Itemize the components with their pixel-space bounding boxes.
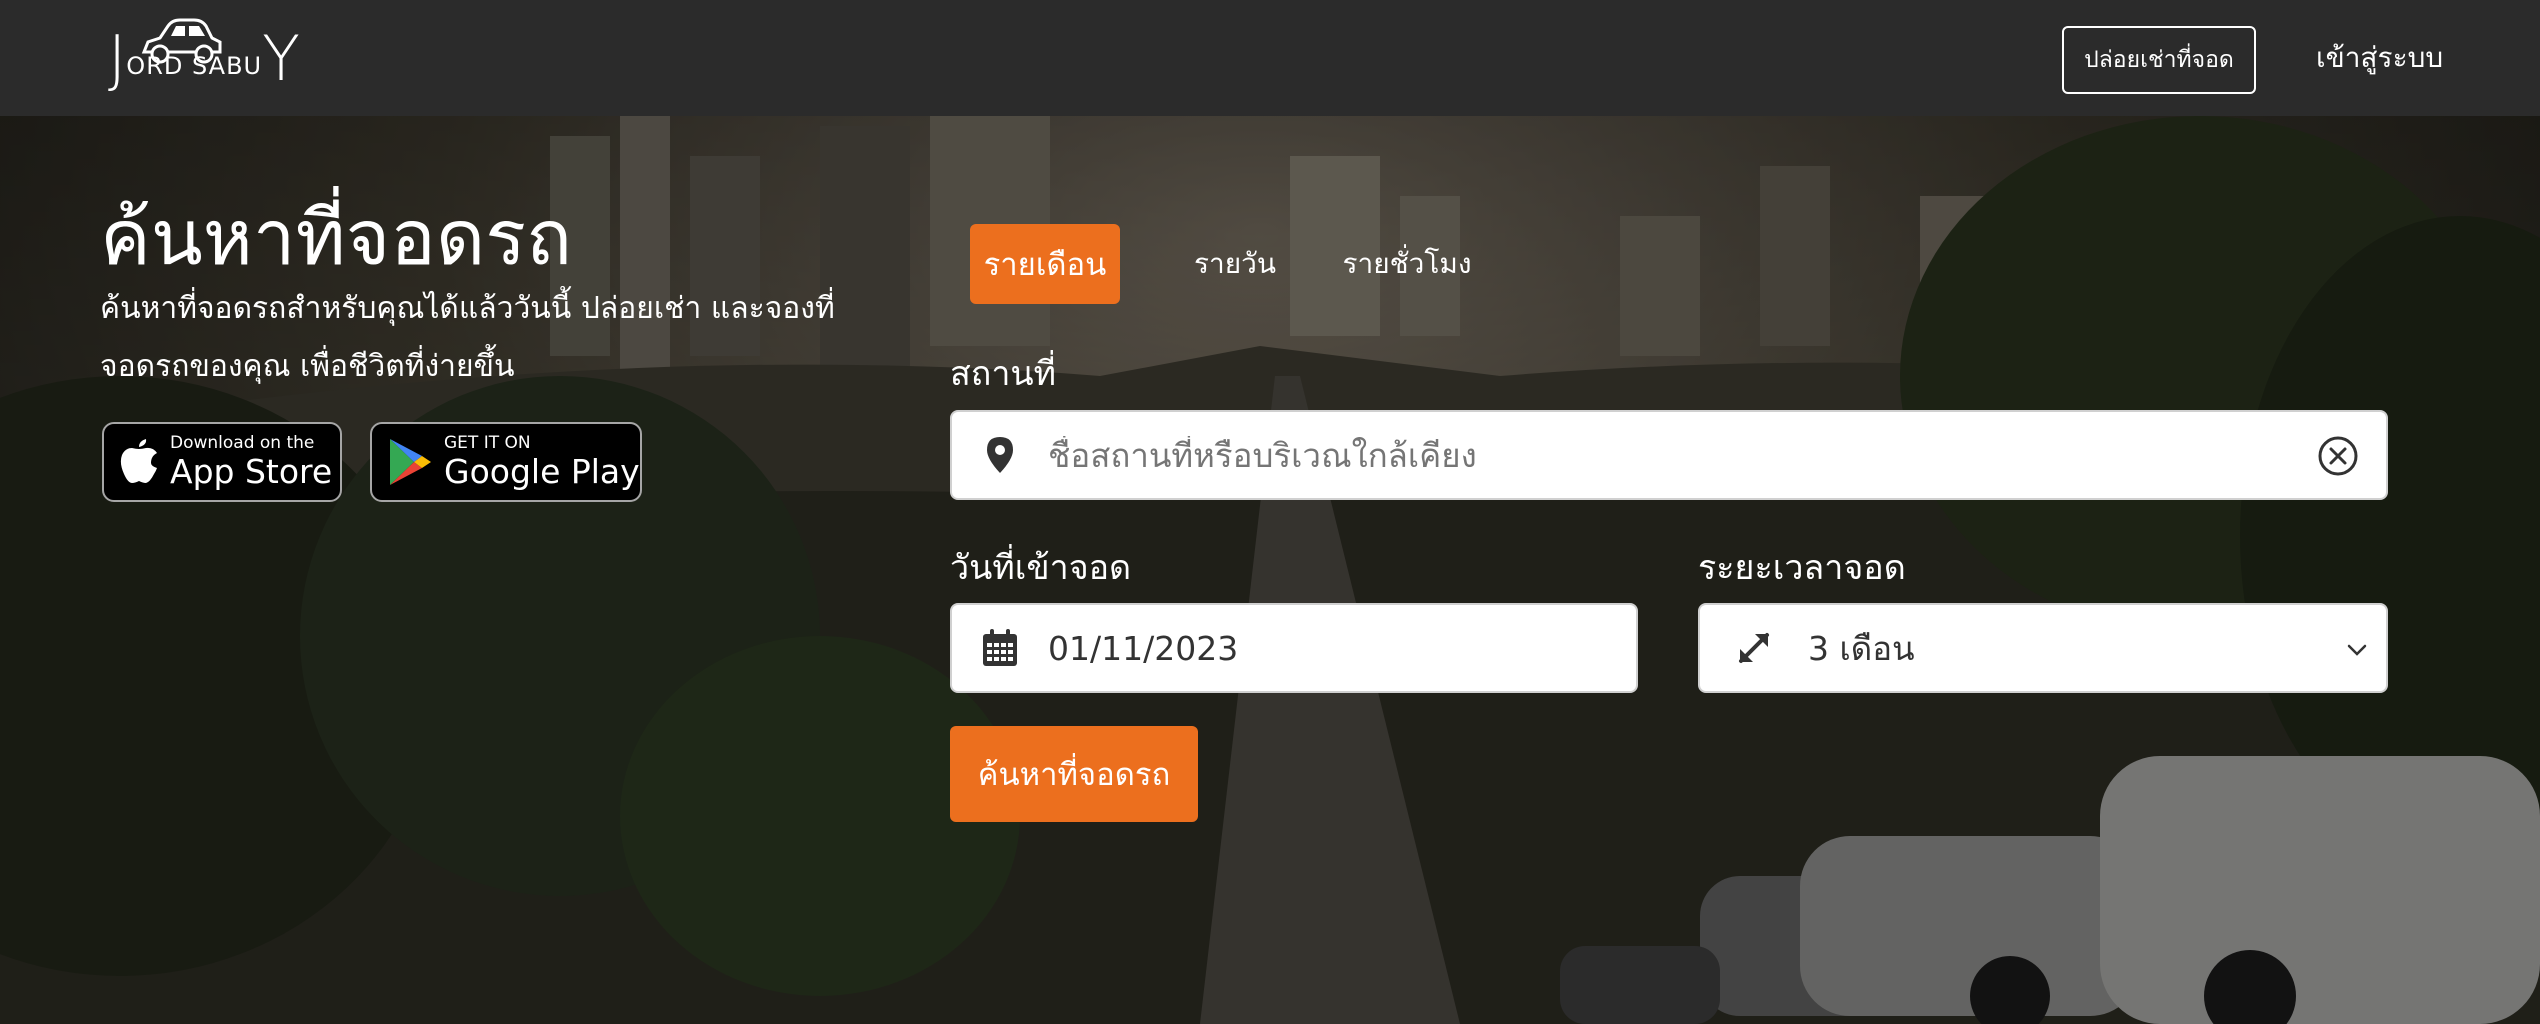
search-parking-button[interactable]: ค้นหาที่จอดรถ [950,726,1198,822]
calendar-icon [952,629,1048,667]
logo[interactable]: JORD SABUY [108,16,300,92]
login-link[interactable]: เข้าสู่ระบบ [2316,36,2443,80]
clear-circle-icon[interactable] [2316,434,2360,478]
top-navbar: JORD SABUY ปล่อยเช่าที่จอด เข้าสู่ระบบ [0,0,2540,116]
app-store-text: Download on the App Store [170,433,333,491]
apple-icon [120,439,157,483]
location-label: สถานที่ [950,354,1057,394]
hero-subtitle: ค้นหาที่จอดรถสำหรับคุณได้แล้ววันนี้ ปล่อ… [100,291,835,384]
duration-label: ระยะเวลาจอด [1698,548,1906,588]
date-label: วันที่เข้าจอด [950,548,1132,588]
location-input-box[interactable] [950,410,2388,500]
expand-arrows-icon [1700,631,1808,665]
app-store-badge[interactable]: Download on the App Store [102,422,342,502]
map-pin-icon [952,437,1048,473]
tab-monthly[interactable]: รายเดือน [970,224,1120,304]
chevron-down-icon [2347,644,2367,656]
google-play-badge[interactable]: GET IT ON Google Play [370,422,642,502]
date-value[interactable]: 01/11/2023 [1048,629,1238,668]
google-play-icon [390,439,431,485]
tab-daily[interactable]: รายวัน [1180,224,1290,304]
list-parking-space-button[interactable]: ปล่อยเช่าที่จอด [2062,26,2256,94]
google-play-text: GET IT ON Google Play [444,433,640,491]
logo-wordmark: JORD SABUY [108,22,300,95]
location-input[interactable] [1048,435,2288,475]
duration-select[interactable]: 3 เดือน [1698,603,2388,693]
date-input-box[interactable]: 01/11/2023 [950,603,1638,693]
tab-hourly[interactable]: รายชั่วโมง [1322,224,1492,304]
duration-value: 3 เดือน [1808,628,1915,668]
